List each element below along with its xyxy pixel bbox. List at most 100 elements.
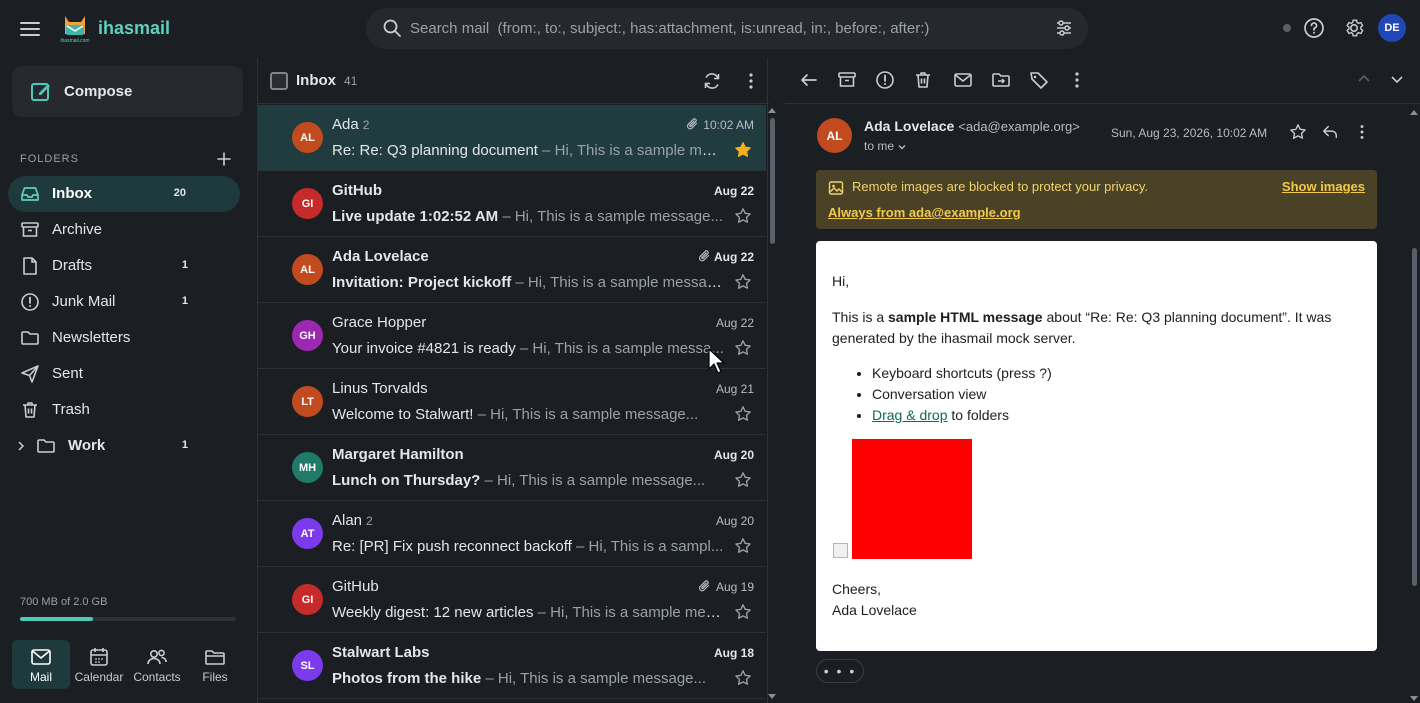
message-from: GitHub xyxy=(332,182,382,199)
app-label: Contacts xyxy=(133,670,181,684)
app-mail[interactable]: Mail xyxy=(12,640,70,689)
sidebar-item-inbox[interactable]: Inbox 20 xyxy=(8,176,240,212)
list-scrollbar[interactable] xyxy=(770,118,775,244)
help-icon[interactable] xyxy=(1303,17,1325,39)
reply-icon[interactable] xyxy=(1321,123,1339,141)
star-icon[interactable] xyxy=(734,669,752,687)
folder-icon xyxy=(21,331,39,345)
star-icon[interactable] xyxy=(734,207,752,225)
message-date: Aug 22 xyxy=(715,316,754,330)
sidebar-item-drafts[interactable]: Drafts 1 xyxy=(8,248,240,284)
message-subject: Your invoice #4821 is ready xyxy=(332,340,516,357)
message-row[interactable]: GI GitHub Aug 19 Weekly digest: 12 new arti… xyxy=(258,567,766,633)
previous-message-icon[interactable] xyxy=(1355,70,1373,88)
message-preview: – Hi, This is a sample message... xyxy=(484,472,706,489)
sidebar-item-archive[interactable]: Archive xyxy=(8,212,240,248)
app-logo[interactable]: ihasmail.com xyxy=(60,12,90,44)
more-vertical-icon[interactable] xyxy=(1353,123,1371,141)
message-row[interactable]: AL Ada 2 10:02 AM Re: Re: Q3 planning docume… xyxy=(258,105,766,171)
star-icon[interactable] xyxy=(734,405,752,423)
user-avatar[interactable]: DE xyxy=(1378,14,1406,42)
message-from: Alan 2 xyxy=(332,512,373,529)
sender-name: Margaret Hamilton xyxy=(332,446,464,463)
scroll-down-arrow[interactable] xyxy=(1410,696,1418,701)
app-calendar[interactable]: Calendar xyxy=(70,640,128,689)
message-row[interactable]: LT Linus Torvalds Aug 21 Welcome to Stalwar… xyxy=(258,369,766,435)
star-icon[interactable] xyxy=(734,603,752,621)
message-row[interactable]: AL Ada Lovelace Aug 22 Invitation: Project … xyxy=(258,237,766,303)
message-subject-line: Photos from the hike – Hi, This is a sam… xyxy=(332,670,724,687)
sender-avatar: AT xyxy=(292,518,323,549)
star-icon[interactable] xyxy=(734,141,752,159)
message-row[interactable]: AT Alan 2 Aug 20 Re: [PR] Fix push reconnect… xyxy=(258,501,766,567)
search-input[interactable] xyxy=(410,8,1030,49)
app-label: Mail xyxy=(29,670,52,684)
next-message-icon[interactable] xyxy=(1388,70,1406,88)
sender-name[interactable]: Ada Lovelace xyxy=(864,118,954,134)
drag-drop-link[interactable]: Drag & drop xyxy=(872,407,947,423)
gear-icon[interactable] xyxy=(1343,17,1365,39)
app-contacts[interactable]: Contacts xyxy=(128,640,186,689)
sidebar-item-trash[interactable]: Trash xyxy=(8,392,240,428)
star-icon[interactable] xyxy=(1289,123,1307,141)
calendar-icon xyxy=(90,648,108,666)
search-bar[interactable] xyxy=(366,8,1088,49)
message-subject: Live update 1:02:52 AM xyxy=(332,208,499,225)
report-spam-icon[interactable] xyxy=(875,70,895,90)
sidebar-item-newsletters[interactable]: Newsletters xyxy=(8,320,240,356)
signature-closing: Cheers, xyxy=(832,581,882,597)
reader-scrollbar[interactable] xyxy=(1412,248,1417,586)
sidebar-item-work[interactable]: Work 1 xyxy=(8,428,240,464)
app-brand[interactable]: ihasmail xyxy=(98,18,170,39)
label-tag-icon[interactable] xyxy=(1029,70,1049,90)
more-vertical-icon[interactable] xyxy=(1067,70,1087,90)
scroll-up-arrow[interactable] xyxy=(1410,110,1418,115)
star-icon[interactable] xyxy=(734,471,752,489)
sender-avatar: SL xyxy=(292,650,323,681)
filter-options-icon[interactable] xyxy=(1054,18,1074,38)
message-row[interactable]: GI GitHub Aug 22 Live update 1:02:52 AM – H… xyxy=(258,171,766,237)
mark-unread-icon[interactable] xyxy=(953,70,973,90)
star-icon[interactable] xyxy=(734,537,752,555)
show-trimmed-content-button[interactable]: • • • xyxy=(816,659,864,683)
compose-button[interactable]: Compose xyxy=(12,66,243,117)
recipient-label: to me xyxy=(864,139,895,153)
message-row[interactable]: SL Stalwart Labs Aug 18 Photos from the hik… xyxy=(258,633,766,699)
connection-status-dot xyxy=(1283,24,1291,32)
star-icon[interactable] xyxy=(734,339,752,357)
sender-avatar: LT xyxy=(292,386,323,417)
message-row[interactable]: MH Margaret Hamilton Aug 20 Lunch on Thursd… xyxy=(258,435,766,501)
move-to-folder-icon[interactable] xyxy=(991,70,1011,90)
thread-count: 2 xyxy=(362,118,370,132)
star-icon[interactable] xyxy=(734,273,752,291)
show-images-link[interactable]: Show images xyxy=(1282,179,1365,194)
sidebar-item-junk-mail[interactable]: Junk Mail 1 xyxy=(8,284,240,320)
scroll-up-arrow[interactable] xyxy=(768,108,776,113)
message-preview: – Hi, This is a sample message... xyxy=(477,406,699,423)
message-subject: Invitation: Project kickoff xyxy=(332,274,512,291)
message-row[interactable]: GH Grace Hopper Aug 22 Your invoice #4821 i… xyxy=(258,303,766,369)
message-from: Ada 2 xyxy=(332,116,369,133)
add-folder-icon[interactable] xyxy=(216,151,232,167)
sender-name: Alan xyxy=(332,512,363,529)
menu-icon[interactable] xyxy=(18,17,42,41)
refresh-icon[interactable] xyxy=(702,71,722,91)
recipient-toggle[interactable]: to me xyxy=(864,139,908,153)
sidebar-item-sent[interactable]: Sent xyxy=(8,356,240,392)
scroll-down-arrow[interactable] xyxy=(768,694,776,699)
delete-icon[interactable] xyxy=(913,70,933,90)
sender-name: Grace Hopper xyxy=(332,314,427,331)
list-item-text: to folders xyxy=(947,407,1009,423)
mail-icon xyxy=(31,649,51,665)
message-date: 10:02 AM xyxy=(703,118,754,132)
always-show-from-sender-link[interactable]: Always from ada@example.org xyxy=(828,205,1021,220)
inline-image xyxy=(852,439,972,559)
more-vertical-icon[interactable] xyxy=(741,71,761,91)
chevron-right-icon[interactable] xyxy=(15,440,27,452)
select-all-checkbox[interactable] xyxy=(270,72,288,90)
archive-icon[interactable] xyxy=(837,70,857,90)
sender-line: Ada Lovelace <ada@example.org> xyxy=(864,118,1080,134)
thread-count: 2 xyxy=(366,514,373,528)
app-files[interactable]: Files xyxy=(186,640,244,689)
back-arrow-icon[interactable] xyxy=(799,70,819,90)
